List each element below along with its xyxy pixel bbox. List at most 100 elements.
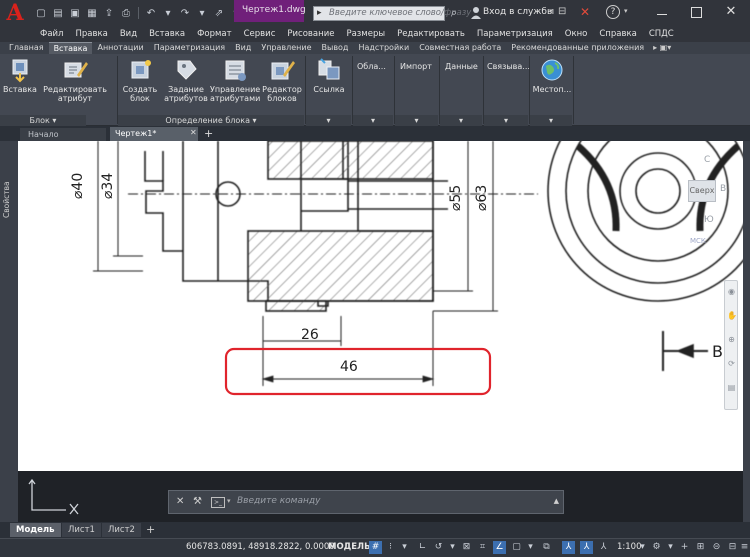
new-file-icon[interactable]: ▢	[34, 6, 48, 20]
viewcube-north[interactable]: С	[704, 155, 710, 165]
coordinates-readout[interactable]: 606783.0891, 48918.2822, 0.0000	[186, 542, 335, 552]
annotation-monitor-icon[interactable]: +	[678, 541, 691, 554]
menu-edit[interactable]: Правка	[75, 29, 107, 39]
share-icon[interactable]: ⇗	[212, 6, 226, 20]
tab-annotate[interactable]: Аннотации	[92, 42, 148, 54]
open-folder-icon[interactable]: ▤	[51, 6, 65, 20]
customization-icon[interactable]: ≡	[738, 541, 750, 554]
orbit-icon[interactable]: ⟳	[727, 359, 736, 368]
manage-attributes-button[interactable]: Управление атрибутами	[210, 57, 260, 103]
menu-view[interactable]: Вид	[120, 29, 137, 39]
isolate-objects-icon[interactable]: ⊝	[710, 541, 723, 554]
tab-parametric[interactable]: Параметризация	[149, 42, 230, 54]
undo-icon[interactable]: ↶	[144, 6, 158, 20]
close-button[interactable]: ✕	[716, 3, 746, 21]
point-cloud-panel-footer[interactable]: ▾	[353, 115, 393, 126]
tab-layout1[interactable]: Лист1	[62, 523, 101, 537]
pan-icon[interactable]: ✋	[727, 311, 737, 320]
search-input[interactable]: ▸ Введите ключевое слово/фразу	[313, 6, 471, 21]
import-panel-footer[interactable]: ▾	[395, 115, 438, 126]
command-prompt-icon[interactable]: >_	[211, 497, 225, 508]
polar-dropdown-icon[interactable]: ▾	[446, 541, 459, 554]
grid-icon[interactable]: #	[369, 541, 382, 554]
set-location-button[interactable]: Местоп...	[532, 57, 572, 94]
tab-addins[interactable]: Надстройки	[353, 42, 414, 54]
menu-insert[interactable]: Вставка	[149, 29, 185, 39]
model-space-toggle[interactable]: МОДЕЛЬ	[328, 542, 371, 552]
drawing-canvas[interactable]: ⌀40 ⌀34 ⌀55 ⌀63 26 46 B	[18, 141, 743, 471]
tab-home[interactable]: Главная	[4, 42, 49, 54]
menu-help[interactable]: Справка	[599, 29, 636, 39]
transparency-icon[interactable]: ⧉	[540, 541, 553, 554]
command-input[interactable]: Введите команду	[237, 496, 320, 506]
point-cloud-panel[interactable]: Обла... ▾	[353, 54, 393, 126]
insert-block-button[interactable]: Вставка	[3, 57, 37, 94]
create-block-button[interactable]: Создать блок	[120, 57, 160, 103]
menu-tools[interactable]: Сервис	[244, 29, 276, 39]
viewcube-south[interactable]: Ю	[704, 215, 714, 225]
tab-insert[interactable]: Вставка	[48, 42, 93, 54]
scale-dropdown-icon[interactable]: ▾	[636, 541, 649, 554]
viewcube-top-face[interactable]: Сверх	[688, 180, 716, 202]
block-definition-panel-footer[interactable]: Определение блока ▾	[118, 115, 304, 126]
menu-spds[interactable]: СПДС	[649, 29, 674, 39]
reference-button[interactable]: Ссылка	[310, 57, 348, 94]
menu-format[interactable]: Формат	[197, 29, 232, 39]
tab-layout2[interactable]: Лист2	[102, 523, 141, 537]
tab-start[interactable]: Начало	[20, 128, 106, 141]
menu-modify[interactable]: Редактировать	[397, 29, 465, 39]
new-tab-button[interactable]: +	[204, 127, 216, 140]
tab-featured-apps[interactable]: Рекомендованные приложения	[506, 42, 649, 54]
tab-model[interactable]: Модель	[10, 523, 61, 537]
menu-parametric[interactable]: Параметризация	[477, 29, 553, 39]
close-icon[interactable]: ✕	[176, 496, 184, 507]
tab-output[interactable]: Вывод	[317, 42, 354, 54]
sign-in-label[interactable]: Вход в службы	[483, 7, 554, 17]
data-panel[interactable]: Данные ▾	[440, 54, 482, 126]
linking-panel[interactable]: Связыва... ▾	[484, 54, 530, 126]
snap-dropdown-icon[interactable]: ▾	[398, 541, 411, 554]
location-panel-footer[interactable]: ▾	[530, 115, 572, 126]
edit-attribute-button[interactable]: Редактировать атрибут	[42, 57, 108, 103]
define-attributes-button[interactable]: Задание атрибутов	[164, 57, 208, 103]
lineweight-icon[interactable]: ∠	[493, 541, 506, 554]
zoom-icon[interactable]: ⊕	[727, 335, 736, 344]
menu-file[interactable]: Файл	[40, 29, 63, 39]
tab-collaborate[interactable]: Совместная работа	[414, 42, 506, 54]
chevron-up-icon[interactable]: ▲	[554, 497, 559, 505]
annotation-visibility-icon[interactable]: ⅄	[562, 541, 575, 554]
auto-scale-icon[interactable]: ⅄	[580, 541, 593, 554]
chevron-down-icon[interactable]: ▾	[227, 497, 231, 505]
reference-panel-footer[interactable]: ▾	[306, 115, 351, 126]
object-snap-dropdown-icon[interactable]: ▾	[524, 541, 537, 554]
menu-draw[interactable]: Рисование	[287, 29, 334, 39]
undo-dropdown-icon[interactable]: ▾	[161, 6, 175, 20]
upload-icon[interactable]: ⇪	[102, 6, 116, 20]
units-icon[interactable]: ⊞	[694, 541, 707, 554]
viewcube-east[interactable]: В	[720, 184, 726, 194]
close-tab-icon[interactable]: ✕	[190, 128, 197, 137]
tab-drawing[interactable]: Чертеж1*	[110, 127, 198, 141]
redo-dropdown-icon[interactable]: ▾	[195, 6, 209, 20]
autocad-logo-icon[interactable]: A	[2, 1, 28, 25]
linking-panel-footer[interactable]: ▾	[484, 115, 528, 126]
tab-view[interactable]: Вид	[230, 42, 256, 54]
workspace-gear-icon[interactable]: ⚙	[650, 541, 663, 554]
add-layout-button[interactable]: +	[146, 523, 155, 537]
ortho-icon[interactable]: ∟	[416, 541, 429, 554]
redo-icon[interactable]: ↷	[178, 6, 192, 20]
cart-icon[interactable]: ⊟	[558, 6, 572, 20]
annotation-scale-icon[interactable]: ⅄	[597, 541, 610, 554]
object-snap-icon[interactable]: ▢	[510, 541, 523, 554]
menu-window[interactable]: Окно	[565, 29, 588, 39]
workspace-dropdown-icon[interactable]: ▾	[664, 541, 677, 554]
exchange-x-icon[interactable]: ✕	[580, 5, 594, 19]
snap-icon[interactable]: ⁝	[384, 541, 397, 554]
print-icon[interactable]: ⎙	[119, 6, 133, 20]
object-snap-tracking-icon[interactable]: ⌗	[476, 541, 489, 554]
save-icon[interactable]: ▣	[68, 6, 82, 20]
chevron-down-icon[interactable]: ▾	[624, 7, 628, 15]
minimize-button[interactable]	[648, 3, 676, 21]
properties-palette-label[interactable]: Свойства	[2, 170, 16, 230]
help-icon[interactable]: ?	[606, 5, 620, 19]
